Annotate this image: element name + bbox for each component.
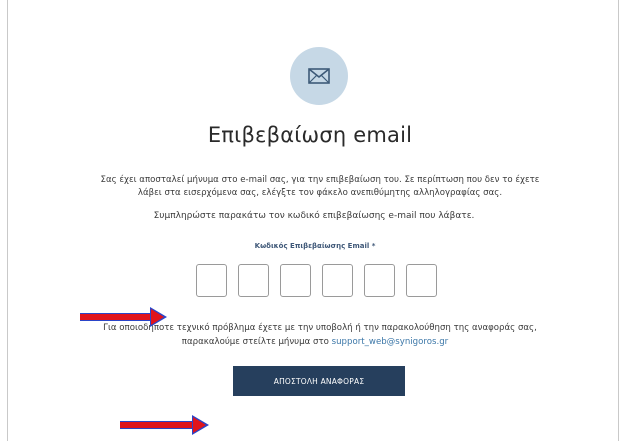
support-prefix: παρακαλούμε στείλτε μήνυμα στο [181,337,332,347]
envelope-icon [308,68,330,84]
support-line-2: παρακαλούμε στείλτε μήνυμα στο support_w… [0,336,620,349]
code-digit-5[interactable] [364,264,395,297]
code-field-label: Κωδικός Επιβεβαίωσης Email * [254,242,376,250]
page-title: Επιβεβαίωση email [207,123,413,147]
message-line-1: Σας έχει αποσταλεί μήνυμα στο e-mail σας… [100,175,540,185]
code-digit-6[interactable] [406,264,437,297]
instruction-text: Συμπληρώστε παρακάτω τον κωδικό επιβεβαί… [153,211,475,221]
support-email-link[interactable]: support_web@synigoros.gr [332,337,449,347]
verification-code-input [196,264,437,297]
code-digit-3[interactable] [280,264,311,297]
submit-report-button[interactable]: ΑΠΟΣΤΟΛΗ ΑΝΑΦΟΡΑΣ [233,366,405,396]
mail-icon-circle [290,47,348,105]
code-digit-2[interactable] [238,264,269,297]
code-digit-4[interactable] [322,264,353,297]
annotation-arrow-2 [120,415,209,435]
code-digit-1[interactable] [196,264,227,297]
message-line-2: λάβει στα εισερχόμενα σας, ελέγξτε τον φ… [137,188,503,198]
annotation-arrow-1 [80,307,167,327]
